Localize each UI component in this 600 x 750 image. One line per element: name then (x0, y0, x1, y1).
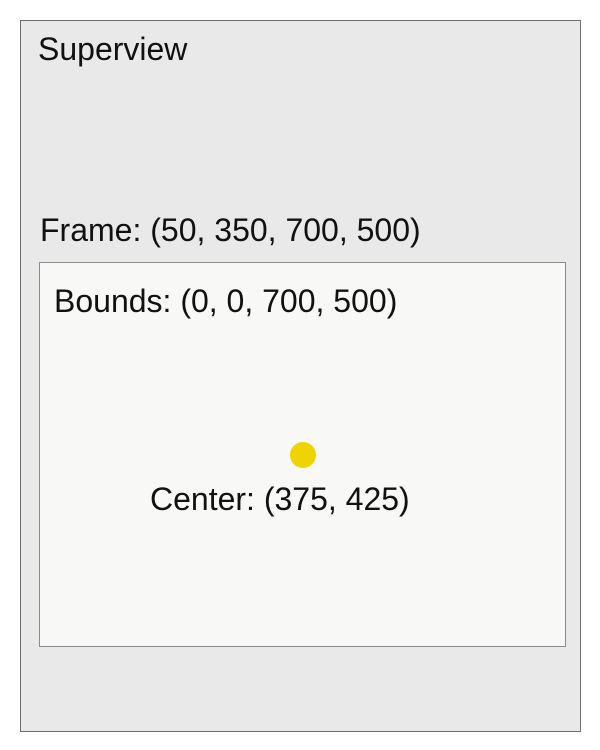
view-geometry-diagram: Superview Frame: (50, 350, 700, 500) Bou… (0, 0, 600, 750)
center-point-icon (290, 442, 316, 468)
frame-label: Frame: (50, 350, 700, 500) (40, 212, 421, 248)
superview-title: Superview (38, 31, 188, 67)
center-label: Center: (375, 425) (150, 481, 410, 517)
bounds-label: Bounds: (0, 0, 700, 500) (54, 283, 398, 319)
